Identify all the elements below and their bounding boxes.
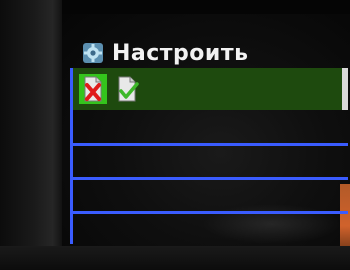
menu-row-empty[interactable]: [70, 110, 348, 146]
screen-bezel-left: [0, 0, 62, 270]
reject-option[interactable]: [79, 74, 107, 104]
screen-bezel-bottom: [0, 246, 350, 270]
menu-row-selected[interactable]: [70, 68, 348, 110]
accept-option[interactable]: [117, 76, 139, 102]
menu-header: Настроить: [82, 38, 249, 68]
menu-screen: Настроить: [62, 14, 350, 246]
camera-display: Настроить: [0, 0, 350, 270]
settings-gear-icon: [83, 43, 103, 63]
document-green-check-icon: [118, 76, 139, 102]
selection-edge: [342, 68, 348, 110]
menu-row-empty[interactable]: [70, 146, 348, 180]
menu-row-empty[interactable]: [70, 180, 348, 214]
document-red-x-icon: [84, 76, 102, 102]
menu-title: Настроить: [112, 40, 249, 66]
menu-row-empty[interactable]: [70, 214, 348, 244]
